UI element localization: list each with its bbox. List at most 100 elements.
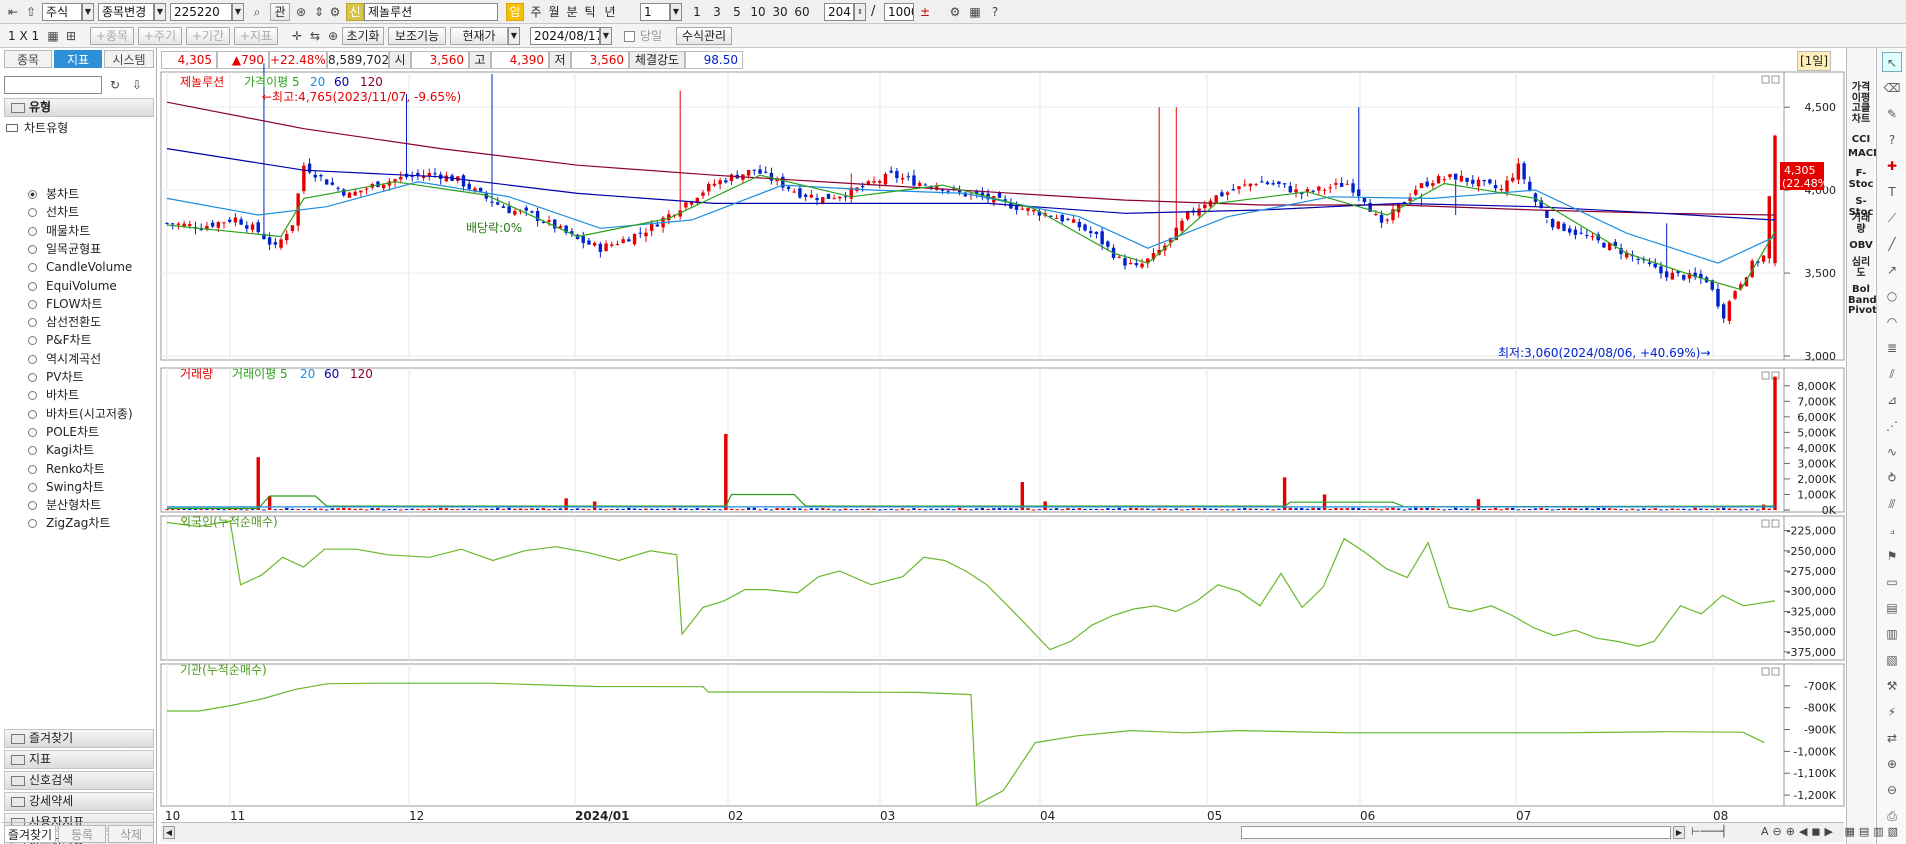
scroll-right-icon[interactable]: ▶ xyxy=(1673,826,1685,839)
volume-bar xyxy=(1134,508,1139,510)
volume-bar xyxy=(729,508,734,510)
volume-bar xyxy=(176,509,181,511)
panel1-legend-ma5: 가격이평 5 xyxy=(244,75,300,89)
volume-bar xyxy=(1242,507,1247,510)
pencil-icon[interactable]: ✎ xyxy=(1882,104,1902,124)
volume-bar xyxy=(1003,508,1007,510)
cycle-icon[interactable]: ⥁ xyxy=(1882,468,1902,488)
indicator-shortcut[interactable]: OBV xyxy=(1848,240,1874,251)
volume-bar xyxy=(393,508,397,510)
volume-bar xyxy=(1260,509,1264,511)
regression-icon[interactable]: ⟓ xyxy=(1882,520,1902,540)
volume-bar xyxy=(649,508,654,510)
candle-body xyxy=(1727,301,1732,321)
eraser-icon[interactable]: ⌫ xyxy=(1882,78,1902,98)
bar-icon[interactable]: ▥ xyxy=(1882,624,1902,644)
indicator-shortcut[interactable]: CCI xyxy=(1848,134,1874,145)
chart-area[interactable]: 10 11 12 2024/01 02 03 04 05 06 07 084,5004,0003,5… xyxy=(0,0,1906,844)
panel-close-icon xyxy=(1771,667,1780,676)
panel1-legend-ma120: 120 xyxy=(360,75,383,89)
volume-bar xyxy=(1345,508,1350,510)
volume-bar xyxy=(1402,509,1407,511)
volume-bar xyxy=(866,508,871,510)
candle-body xyxy=(513,210,517,215)
bottom-scrollbar[interactable]: ◀ ▶ ⊢───┤ A⊖⊕◀◼▶ ▦▤▥▧ ⇤L⇥⇥ xyxy=(161,822,1906,842)
volume-bar xyxy=(558,508,563,510)
candle-body xyxy=(267,237,272,245)
volume-bar xyxy=(638,508,642,510)
volume-bar xyxy=(1391,507,1395,510)
fan-icon[interactable]: ⋰ xyxy=(1882,416,1902,436)
y-tick-label: 2,000K xyxy=(1797,473,1836,486)
panel2-legend-ma60: 60 xyxy=(324,367,339,381)
volume-bar xyxy=(997,507,1002,510)
window-icon[interactable]: ▭ xyxy=(1882,572,1902,592)
volume-bar xyxy=(1037,509,1042,511)
compare-icon[interactable]: ⇄ xyxy=(1882,728,1902,748)
candle-body xyxy=(1180,220,1184,231)
candle-body xyxy=(1237,186,1241,190)
arc-icon[interactable]: ◠ xyxy=(1882,312,1902,332)
auto-icon[interactable]: ⚑ xyxy=(1882,546,1902,566)
indicator-shortcut[interactable]: 가격이평 xyxy=(1848,82,1874,104)
cross-icon[interactable]: ✚ xyxy=(1882,156,1902,176)
chart-icon[interactable]: ▤ xyxy=(1882,598,1902,618)
volume-bar xyxy=(1539,507,1543,510)
candle-body xyxy=(724,180,728,183)
print-icon[interactable]: ⎙ xyxy=(1882,806,1902,826)
circle-icon[interactable]: ○ xyxy=(1882,286,1902,306)
volume-bar xyxy=(1545,508,1549,510)
volume-bar xyxy=(1476,499,1481,510)
volume-bar xyxy=(706,508,711,510)
text-icon[interactable]: T xyxy=(1882,182,1902,202)
candle-body xyxy=(706,183,711,192)
candle-body xyxy=(478,187,483,192)
volume-bar xyxy=(1374,508,1378,510)
candle-body xyxy=(832,198,836,200)
question-icon[interactable]: ? xyxy=(1882,130,1902,150)
layers-icon[interactable]: ▧ xyxy=(1882,650,1902,670)
candle-body xyxy=(821,197,825,204)
volume-bar xyxy=(610,509,614,511)
zoom-in-icon[interactable]: ⊕ xyxy=(1882,754,1902,774)
candle-body xyxy=(1442,179,1446,181)
gann-icon[interactable]: ⊿ xyxy=(1882,390,1902,410)
volume-bar xyxy=(1163,508,1167,510)
indicator-shortcut[interactable]: Pivot xyxy=(1848,305,1877,316)
y-tick-label: -1,100K xyxy=(1793,767,1836,780)
volume-bar xyxy=(1568,508,1572,510)
volume-bar xyxy=(1653,508,1657,510)
candle-body xyxy=(336,187,340,189)
line-icon[interactable]: ╱ xyxy=(1882,234,1902,254)
fibonacci-icon[interactable]: ≣ xyxy=(1882,338,1902,358)
indicator-shortcut[interactable]: 고클차트 xyxy=(1848,103,1874,125)
signal-icon[interactable]: ⚡ xyxy=(1882,702,1902,722)
scroll-left-icon[interactable]: ◀ xyxy=(163,826,175,839)
indicator-shortcut[interactable]: F-Stoc xyxy=(1848,168,1874,190)
indicator-shortcut[interactable]: 거래량 xyxy=(1848,213,1874,235)
wrench-icon[interactable]: ⚒ xyxy=(1882,676,1902,696)
zoom-slider[interactable]: ⊢───┤ xyxy=(1691,825,1751,839)
indicator-shortcut[interactable]: Bol Band xyxy=(1848,284,1877,306)
pointer-icon[interactable]: ↖ xyxy=(1882,52,1902,72)
candle-body xyxy=(1248,183,1253,187)
indicator-shortcut[interactable]: MACD xyxy=(1848,148,1881,159)
volume-bar xyxy=(1026,508,1030,510)
last-price-label: 4,305 xyxy=(1784,164,1816,177)
andrews-icon[interactable]: ⫻ xyxy=(1882,494,1902,514)
ray-icon[interactable]: ↗ xyxy=(1882,260,1902,280)
volume-bar xyxy=(786,508,791,510)
volume-bar xyxy=(182,508,186,510)
volume-bar xyxy=(849,509,853,511)
scroll-thumb[interactable] xyxy=(1241,826,1671,839)
candle-body xyxy=(1128,263,1133,265)
candle-body xyxy=(1083,224,1087,231)
zoom-out-icon[interactable]: ⊖ xyxy=(1882,780,1902,800)
y-tick-label: -1,000K xyxy=(1793,745,1836,758)
nav-controls[interactable]: A⊖⊕◀◼▶ ▦▤▥▧ ⇤L⇥⇥ xyxy=(1761,825,1906,838)
channel-icon[interactable]: ⫽ xyxy=(1882,364,1902,384)
panel-close-icon xyxy=(1771,75,1780,84)
wave-icon[interactable]: ∿ xyxy=(1882,442,1902,462)
trendline-icon[interactable]: ⟋ xyxy=(1882,208,1902,228)
indicator-shortcut[interactable]: 심리도 xyxy=(1848,257,1874,279)
